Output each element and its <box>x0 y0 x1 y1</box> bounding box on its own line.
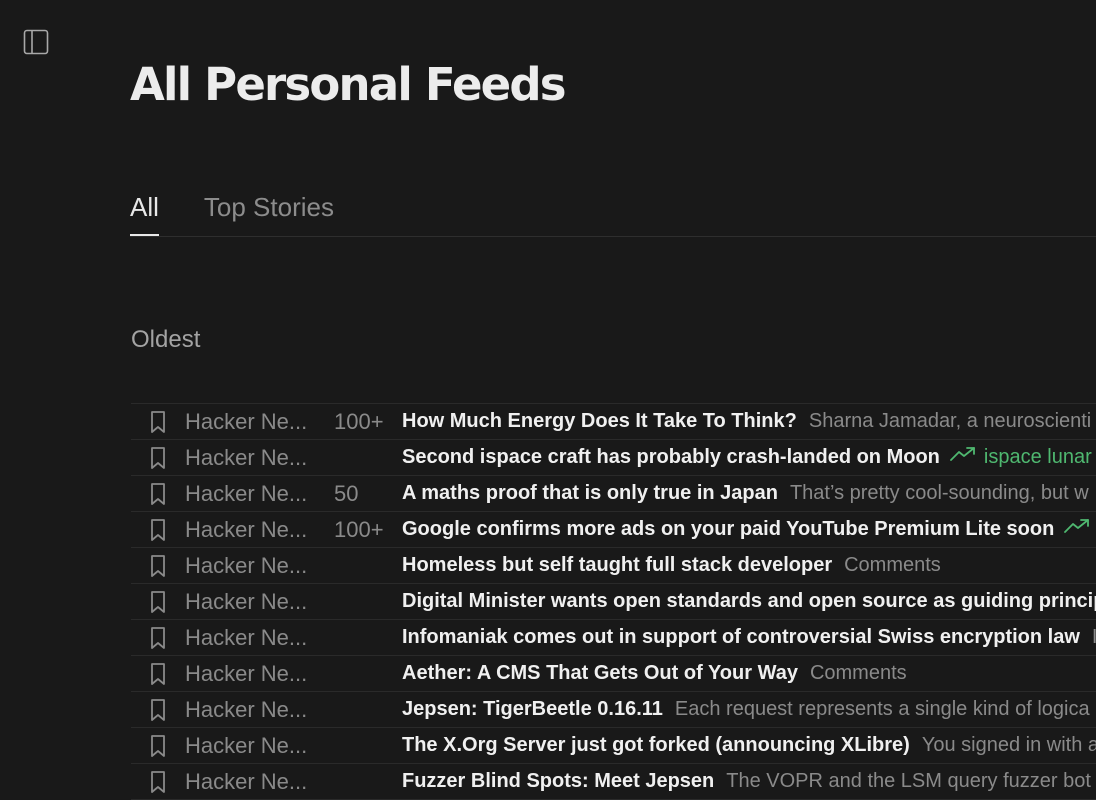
feed-title[interactable]: Aether: A CMS That Gets Out of Your Way <box>402 662 798 684</box>
feed-snippet: Ir <box>1092 626 1096 648</box>
bookmark-icon[interactable] <box>147 734 169 758</box>
feed-source: Hacker Ne... <box>185 517 308 542</box>
feed-title[interactable]: Fuzzer Blind Spots: Meet Jepsen <box>402 770 714 792</box>
feed-row[interactable]: Hacker Ne... Digital Minister wants open … <box>131 584 1096 620</box>
feed-source: Hacker Ne... <box>185 697 308 722</box>
sidebar-toggle-button[interactable] <box>23 29 49 55</box>
feed-row[interactable]: Hacker Ne... Aether: A CMS That Gets Out … <box>131 656 1096 692</box>
feed-content: How Much Energy Does It Take To Think? Sh… <box>402 404 1092 439</box>
feed-content: Digital Minister wants open standards an… <box>402 584 1096 619</box>
feed-source: Hacker Ne... <box>185 409 308 434</box>
feed-source: Hacker Ne... <box>185 661 308 686</box>
feed-list: Hacker Ne... 100+ How Much Energy Does It … <box>131 403 1096 800</box>
feed-row[interactable]: Hacker Ne... 100+ Google confirms more ads… <box>131 512 1096 548</box>
feed-title[interactable]: A maths proof that is only true in Japan <box>402 482 778 504</box>
bookmark-icon[interactable] <box>147 554 169 578</box>
feed-content: A maths proof that is only true in Japan… <box>402 476 1089 511</box>
bookmark-icon[interactable] <box>147 662 169 686</box>
trending-icon <box>1064 512 1090 547</box>
feed-source: Hacker Ne... <box>185 625 308 650</box>
feed-title[interactable]: Homeless but self taught full stack deve… <box>402 554 832 576</box>
feed-row[interactable]: Hacker Ne... 50 A maths proof that is only… <box>131 476 1096 512</box>
sidebar-panel-icon <box>23 29 49 55</box>
feed-source: Hacker Ne... <box>185 769 308 794</box>
feed-row[interactable]: Hacker Ne... Jepsen: TigerBeetle 0.16.11 E… <box>131 692 1096 728</box>
tab-top-stories[interactable]: Top Stories <box>204 188 334 236</box>
feed-content: Fuzzer Blind Spots: Meet Jepsen The VOPR … <box>402 764 1091 799</box>
feed-source: Hacker Ne... <box>185 589 308 614</box>
feed-title[interactable]: Google confirms more ads on your paid Yo… <box>402 518 1054 540</box>
feed-content: Aether: A CMS That Gets Out of Your Way C… <box>402 656 907 691</box>
feed-tabs: All Top Stories <box>130 188 1096 237</box>
page-title: All Personal Feeds <box>130 58 567 111</box>
feed-row[interactable]: Hacker Ne... Fuzzer Blind Spots: Meet Jep… <box>131 764 1096 800</box>
feed-content: Google confirms more ads on your paid Yo… <box>402 512 1096 547</box>
feed-row[interactable]: Hacker Ne... 100+ How Much Energy Does It … <box>131 404 1096 440</box>
feed-points: 50 <box>334 481 359 506</box>
feed-row[interactable]: Hacker Ne... Homeless but self taught ful… <box>131 548 1096 584</box>
bookmark-icon[interactable] <box>147 626 169 650</box>
feed-content: The X.Org Server just got forked (announ… <box>402 728 1096 763</box>
bookmark-icon[interactable] <box>147 446 169 470</box>
feed-source: Hacker Ne... <box>185 733 308 758</box>
feed-snippet: Comments <box>809 662 907 684</box>
feed-title[interactable]: Second ispace craft has probably crash-l… <box>402 446 940 468</box>
feed-snippet: You signed in with a <box>921 734 1096 756</box>
feed-row[interactable]: Hacker Ne... Infomaniak comes out in supp… <box>131 620 1096 656</box>
feed-snippet: Sharna Jamadar, a neuroscienti <box>808 410 1092 432</box>
trending-icon <box>949 440 976 475</box>
feed-content: Jepsen: TigerBeetle 0.16.11 Each request … <box>402 692 1090 727</box>
feed-title[interactable]: How Much Energy Does It Take To Think? <box>402 410 797 432</box>
bookmark-icon[interactable] <box>147 518 169 542</box>
feed-source: Hacker Ne... <box>185 445 308 470</box>
feed-content: Infomaniak comes out in support of contr… <box>402 620 1096 655</box>
bookmark-icon[interactable] <box>147 410 169 434</box>
feed-source: Hacker Ne... <box>185 481 308 506</box>
feed-row[interactable]: Hacker Ne... The X.Org Server just got fo… <box>131 728 1096 764</box>
feed-snippet: Comments <box>844 554 941 576</box>
sort-order-label[interactable]: Oldest <box>131 326 200 354</box>
feed-title[interactable]: Jepsen: TigerBeetle 0.16.11 <box>402 698 663 720</box>
feed-source: Hacker Ne... <box>185 553 308 578</box>
feed-snippet: The VOPR and the LSM query fuzzer bot <box>726 770 1091 792</box>
bookmark-icon[interactable] <box>147 590 169 614</box>
feed-title[interactable]: Digital Minister wants open standards an… <box>402 590 1096 612</box>
feed-snippet: Each request represents a single kind of… <box>674 698 1090 720</box>
feed-content: Second ispace craft has probably crash-l… <box>402 440 1092 475</box>
bookmark-icon[interactable] <box>147 482 169 506</box>
feed-points: 100+ <box>334 517 384 542</box>
feed-points: 100+ <box>334 409 384 434</box>
feed-title[interactable]: Infomaniak comes out in support of contr… <box>402 626 1080 648</box>
feed-snippet: ispace lunar <box>983 446 1092 468</box>
tab-all[interactable]: All <box>130 188 159 236</box>
feed-title[interactable]: The X.Org Server just got forked (announ… <box>402 734 910 756</box>
bookmark-icon[interactable] <box>147 770 169 794</box>
bookmark-icon[interactable] <box>147 698 169 722</box>
feed-row[interactable]: Hacker Ne... Second ispace craft has prob… <box>131 440 1096 476</box>
feed-content: Homeless but self taught full stack deve… <box>402 548 941 583</box>
feed-snippet: That’s pretty cool-sounding, but w <box>789 482 1089 504</box>
